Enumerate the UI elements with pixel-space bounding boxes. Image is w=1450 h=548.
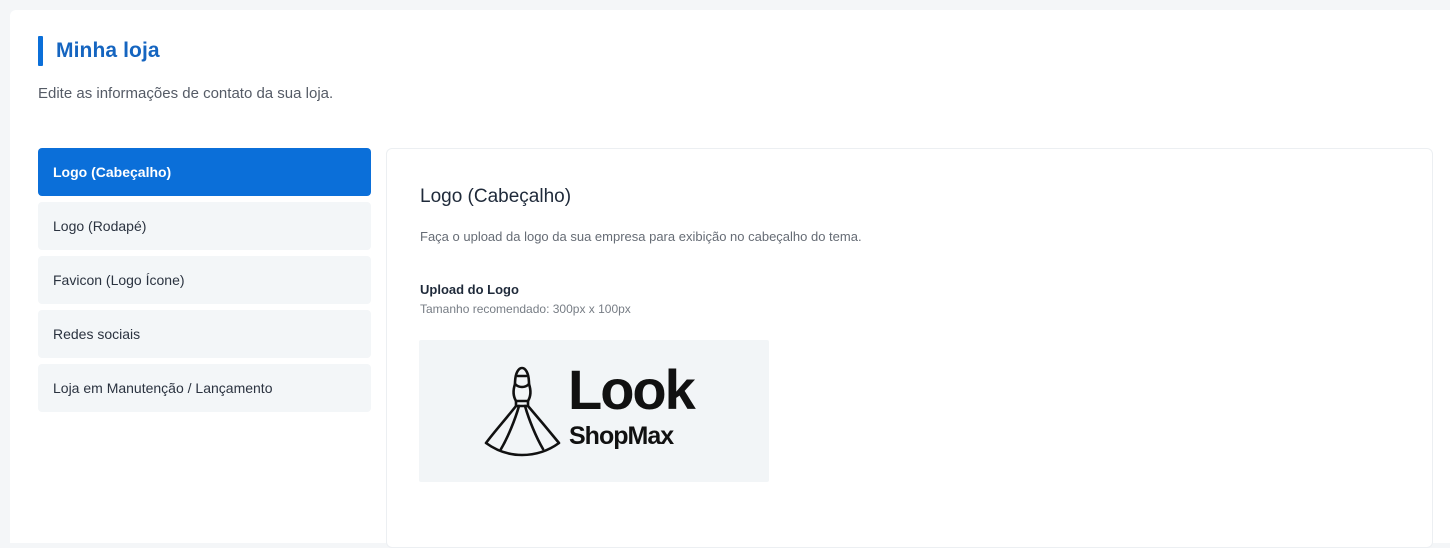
title-accent-bar [38, 36, 43, 66]
upload-hint: Tamanho recomendado: 300px x 100px [420, 302, 631, 316]
menu-item-label: Logo (Cabeçalho) [53, 164, 172, 180]
menu-item-logo-footer[interactable]: Logo (Rodapé) [38, 202, 371, 250]
menu-item-logo-header[interactable]: Logo (Cabeçalho) [38, 148, 371, 196]
menu-item-social-networks[interactable]: Redes sociais [38, 310, 371, 358]
menu-item-favicon[interactable]: Favicon (Logo Ícone) [38, 256, 371, 304]
title-row: Minha loja [38, 36, 333, 66]
settings-menu: Logo (Cabeçalho) Logo (Rodapé) Favicon (… [38, 148, 371, 418]
page-title: Minha loja [56, 39, 160, 62]
panel-title: Logo (Cabeçalho) [420, 186, 572, 207]
page-container: Minha loja Edite as informações de conta… [10, 10, 1450, 548]
content-panel: Logo (Cabeçalho) Faça o upload da logo d… [386, 148, 1433, 548]
panel-description: Faça o upload da logo da sua empresa par… [420, 229, 862, 244]
logo-brand-sub: ShopMax [569, 422, 674, 450]
page-header: Minha loja Edite as informações de conta… [38, 36, 333, 102]
menu-item-maintenance[interactable]: Loja em Manutenção / Lançamento [38, 364, 371, 412]
upload-label: Upload do Logo [420, 282, 519, 297]
dress-icon [484, 366, 561, 457]
menu-item-label: Logo (Rodapé) [53, 218, 147, 234]
logo-upload-preview[interactable]: Look ShopMax [419, 340, 769, 482]
menu-item-label: Loja em Manutenção / Lançamento [53, 380, 273, 396]
page-subtitle: Edite as informações de contato da sua l… [38, 85, 334, 102]
menu-item-label: Redes sociais [53, 326, 141, 342]
menu-item-label: Favicon (Logo Ícone) [53, 272, 185, 288]
logo-brand-main: Look [568, 358, 696, 421]
